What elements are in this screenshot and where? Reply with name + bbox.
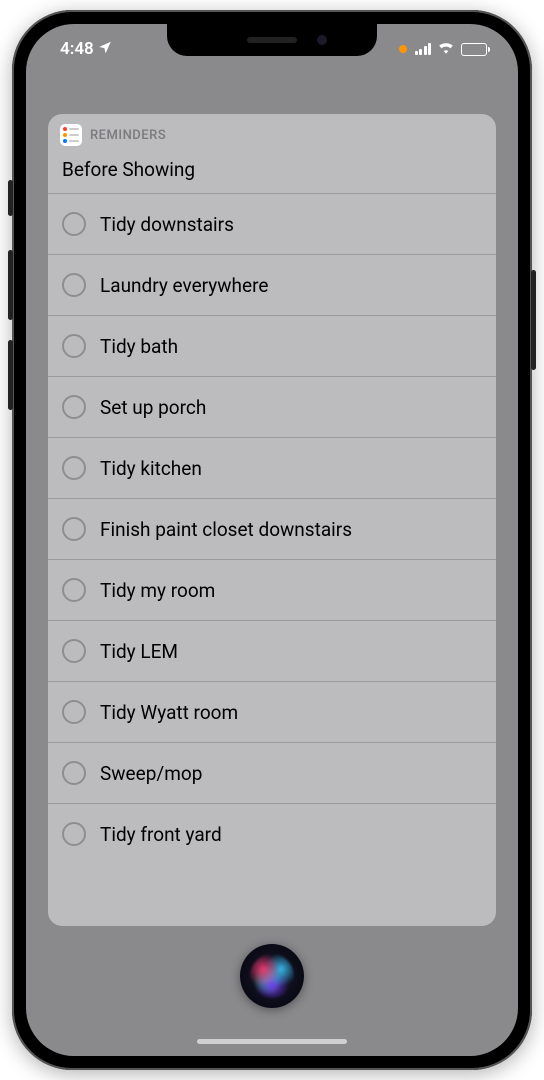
reminder-label: Sweep/mop	[100, 762, 202, 785]
reminder-item[interactable]: Sweep/mop	[48, 742, 496, 803]
siri-orb-icon	[250, 954, 294, 998]
reminder-item[interactable]: Tidy kitchen	[48, 437, 496, 498]
reminders-app-icon	[60, 124, 82, 146]
notch	[167, 24, 377, 56]
card-header: REMINDERS	[48, 114, 496, 152]
status-right	[399, 39, 491, 59]
reminder-item[interactable]: Tidy bath	[48, 315, 496, 376]
reminder-items: Tidy downstairs Laundry everywhere Tidy ba…	[48, 193, 496, 926]
reminder-item[interactable]: Laundry everywhere	[48, 254, 496, 315]
reminder-item[interactable]: Tidy LEM	[48, 620, 496, 681]
reminder-radio[interactable]	[62, 639, 86, 663]
reminder-radio[interactable]	[62, 822, 86, 846]
reminder-label: Tidy downstairs	[100, 213, 234, 236]
reminder-radio[interactable]	[62, 517, 86, 541]
power-button	[531, 270, 536, 370]
mute-switch	[8, 180, 13, 216]
app-name-label: REMINDERS	[90, 128, 166, 143]
list-title: Before Showing	[48, 152, 496, 193]
reminder-radio[interactable]	[62, 395, 86, 419]
reminder-label: Tidy bath	[100, 335, 178, 358]
reminder-label: Finish paint closet downstairs	[100, 518, 352, 541]
mic-indicator-icon	[399, 45, 407, 53]
reminder-radio[interactable]	[62, 273, 86, 297]
reminder-radio[interactable]	[62, 761, 86, 785]
status-time: 4:48	[60, 39, 94, 59]
cellular-signal-icon	[415, 43, 432, 55]
home-indicator[interactable]	[197, 1039, 347, 1044]
reminder-item[interactable]: Set up porch	[48, 376, 496, 437]
siri-button[interactable]	[240, 944, 304, 1008]
reminder-radio[interactable]	[62, 456, 86, 480]
reminder-item[interactable]: Finish paint closet downstairs	[48, 498, 496, 559]
reminders-card[interactable]: REMINDERS Before Showing Tidy downstairs…	[48, 114, 496, 926]
reminder-item[interactable]: Tidy Wyatt room	[48, 681, 496, 742]
phone-frame: 4:48	[12, 10, 532, 1070]
status-left: 4:48	[60, 39, 112, 59]
reminder-radio[interactable]	[62, 578, 86, 602]
reminder-label: Tidy Wyatt room	[100, 701, 238, 724]
battery-icon	[461, 43, 490, 56]
reminder-item[interactable]: Tidy downstairs	[48, 193, 496, 254]
reminder-label: Set up porch	[100, 396, 206, 419]
volume-up-button	[8, 250, 13, 320]
reminder-label: Laundry everywhere	[100, 274, 268, 297]
reminder-radio[interactable]	[62, 700, 86, 724]
speaker-grille	[247, 37, 297, 43]
location-icon	[98, 39, 112, 59]
reminder-radio[interactable]	[62, 212, 86, 236]
reminder-label: Tidy front yard	[100, 823, 222, 846]
volume-down-button	[8, 340, 13, 410]
reminder-label: Tidy kitchen	[100, 457, 202, 480]
reminder-label: Tidy my room	[100, 579, 215, 602]
front-camera	[317, 35, 327, 45]
reminder-label: Tidy LEM	[100, 640, 178, 663]
reminder-item[interactable]: Tidy front yard	[48, 803, 496, 864]
reminder-radio[interactable]	[62, 334, 86, 358]
wifi-icon	[437, 39, 455, 59]
screen: 4:48	[26, 24, 518, 1056]
reminder-item[interactable]: Tidy my room	[48, 559, 496, 620]
